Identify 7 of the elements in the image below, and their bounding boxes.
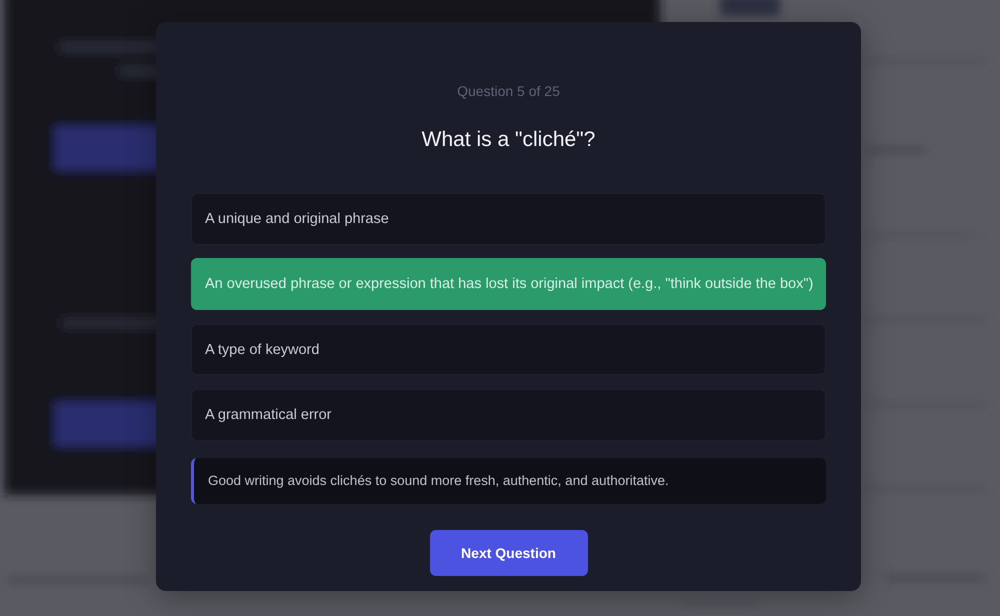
answer-option[interactable]: A grammatical error	[191, 389, 826, 441]
answer-option[interactable]: A unique and original phrase	[191, 193, 826, 245]
question-counter: Question 5 of 25	[457, 82, 560, 101]
explanation-note: Good writing avoids clichés to sound more fresh, authentic, and authoritative.	[191, 458, 826, 504]
next-question-button[interactable]: Next Question	[430, 530, 588, 576]
answer-option[interactable]: A type of keyword	[191, 324, 826, 376]
question-title: What is a "cliché"?	[422, 127, 596, 153]
